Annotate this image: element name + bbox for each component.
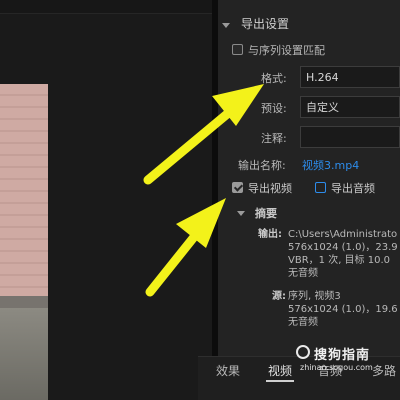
preset-label: 预设: (261, 102, 287, 115)
export-settings-panel (218, 0, 400, 400)
match-sequence-checkbox[interactable] (232, 44, 243, 55)
format-label: 格式: (261, 72, 287, 85)
summary-collapse-icon[interactable] (237, 211, 245, 216)
preview-floor (0, 308, 48, 400)
comment-input[interactable] (300, 126, 400, 148)
summary-source-line: 576x1024 (1.0)，19.6 (288, 304, 398, 315)
summary-output-line: VBR，1 次, 目标 10.0 (288, 255, 390, 266)
summary-output-line: 576x1024 (1.0)，23.9 (288, 242, 398, 253)
format-value: H.264 (306, 71, 339, 84)
summary-source-label: 源: (272, 291, 286, 302)
summary-source-line: 序列, 视频3 (288, 291, 341, 302)
export-audio-checkbox[interactable] (315, 182, 326, 193)
watermark-url: zhinan.sogou.com (300, 363, 373, 372)
preset-value: 自定义 (306, 101, 339, 114)
summary-output-line: C:\Users\Administrato (288, 229, 398, 240)
summary-output-line: 无音频 (288, 268, 318, 279)
export-video-checkbox[interactable] (232, 182, 243, 193)
preview-wall (0, 84, 48, 308)
watermark-text: 搜狗指南 (314, 348, 371, 363)
export-video-label: 导出视频 (248, 182, 292, 195)
tab-effects[interactable]: 效果 (216, 365, 240, 378)
summary-title: 摘要 (255, 207, 277, 220)
tab-video-underline (266, 380, 294, 382)
export-settings-title: 导出设置 (241, 17, 290, 31)
video-preview-frame (0, 84, 48, 400)
summary-source-line: 无音频 (288, 317, 318, 328)
summary-output-label: 输出: (258, 229, 282, 240)
comment-label: 注释: (261, 132, 287, 145)
sogou-logo-icon (296, 345, 310, 359)
output-name-link[interactable]: 视频3.mp4 (302, 159, 359, 172)
output-name-label: 输出名称: (238, 159, 286, 172)
export-audio-label: 导出音频 (331, 182, 375, 195)
sogou-watermark: 搜狗指南 zhinan.sogou.com (296, 344, 400, 374)
match-sequence-label: 与序列设置匹配 (248, 44, 325, 57)
preview-panel (0, 0, 212, 400)
preview-toolbar (0, 0, 212, 14)
collapse-triangle-icon[interactable] (222, 23, 230, 28)
tab-video[interactable]: 视频 (268, 365, 292, 378)
